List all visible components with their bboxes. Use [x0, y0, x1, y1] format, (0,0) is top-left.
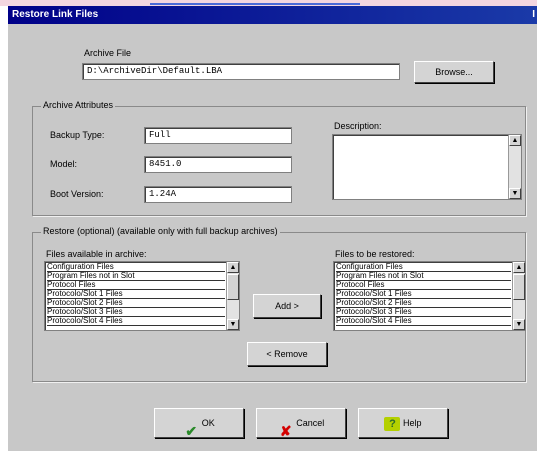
model-label: Model: [50, 159, 78, 169]
list-item[interactable]: Protocolo/Slot 4 Files [336, 317, 511, 326]
archive-file-label: Archive File [84, 48, 132, 58]
cancel-x-icon: ✘ [279, 422, 292, 439]
cancel-label: Cancel [296, 418, 325, 428]
list-item[interactable]: Protocol Files [336, 281, 511, 290]
list-item[interactable]: Protocolo/Slot 2 Files [47, 299, 225, 308]
help-question-icon: ? [384, 416, 401, 431]
list-item[interactable]: Protocolo/Slot 4 Files [47, 317, 225, 326]
list-item[interactable]: Protocol Files [47, 281, 225, 290]
description-scrollbar[interactable]: ▲ ▼ [508, 135, 521, 199]
list-item[interactable]: Protocolo/Slot 1 Files [47, 290, 225, 299]
scroll-up-arrow-icon[interactable]: ▲ [513, 262, 525, 273]
boot-version-field[interactable]: 1.24A [144, 186, 292, 203]
restore-files-scrollbar[interactable]: ▲ ▼ [512, 262, 525, 330]
title-bar-edge: I [532, 9, 535, 20]
list-item[interactable]: Protocolo/Slot 3 Files [47, 308, 225, 317]
checkmark-icon: ✔ [185, 422, 198, 439]
available-files-listbox[interactable]: Configuration Files Program Files not in … [44, 261, 240, 331]
window-title: Restore Link Files [12, 9, 99, 20]
underlined-link[interactable] [150, 0, 360, 5]
help-button[interactable]: ? Help [358, 408, 448, 438]
list-item[interactable]: Configuration Files [47, 263, 225, 272]
restore-items: Configuration Files Program Files not in … [336, 263, 511, 326]
cancel-button[interactable]: ✘ Cancel [256, 408, 346, 439]
browse-button[interactable]: Browse... [414, 61, 494, 83]
model-field[interactable]: 8451.0 [144, 156, 292, 173]
restore-files-listbox[interactable]: Configuration Files Program Files not in … [333, 261, 526, 331]
scroll-down-arrow-icon[interactable]: ▼ [513, 319, 525, 330]
restore-dialog: Restore Link Files I Archive File D:\Arc… [8, 6, 537, 451]
archive-attributes-legend: Archive Attributes [41, 100, 116, 110]
ok-button[interactable]: ✔ OK [154, 408, 244, 439]
backup-type-field[interactable]: Full [144, 127, 292, 144]
restore-legend: Restore (optional) (available only with … [41, 226, 280, 236]
description-label: Description: [334, 121, 382, 131]
scroll-up-arrow-icon[interactable]: ▲ [509, 135, 521, 146]
available-files-scrollbar[interactable]: ▲ ▼ [226, 262, 239, 330]
scroll-down-arrow-icon[interactable]: ▼ [509, 188, 521, 199]
list-item[interactable]: Protocolo/Slot 2 Files [336, 299, 511, 308]
available-items: Configuration Files Program Files not in … [47, 263, 225, 326]
remove-button[interactable]: < Remove [247, 342, 327, 366]
list-item[interactable]: Program Files not in Slot [47, 272, 225, 281]
scroll-thumb[interactable] [227, 274, 239, 300]
backup-type-label: Backup Type: [50, 130, 105, 140]
scroll-up-arrow-icon[interactable]: ▲ [227, 262, 239, 273]
available-files-label: Files available in archive: [46, 249, 147, 259]
boot-version-label: Boot Version: [50, 189, 104, 199]
description-box[interactable]: ▲ ▼ [332, 134, 522, 200]
list-item[interactable]: Program Files not in Slot [336, 272, 511, 281]
scroll-down-arrow-icon[interactable]: ▼ [227, 319, 239, 330]
list-item[interactable]: Configuration Files [336, 263, 511, 272]
ok-label: OK [201, 418, 215, 428]
help-label: Help [403, 418, 422, 428]
archive-path-field[interactable]: D:\ArchiveDir\Default.LBA [82, 63, 400, 80]
restore-files-label: Files to be restored: [335, 249, 415, 259]
title-bar[interactable]: Restore Link Files I [8, 6, 537, 24]
list-item[interactable]: Protocolo/Slot 1 Files [336, 290, 511, 299]
scroll-thumb[interactable] [513, 274, 525, 300]
add-button[interactable]: Add > [253, 294, 321, 318]
list-item[interactable]: Protocolo/Slot 3 Files [336, 308, 511, 317]
